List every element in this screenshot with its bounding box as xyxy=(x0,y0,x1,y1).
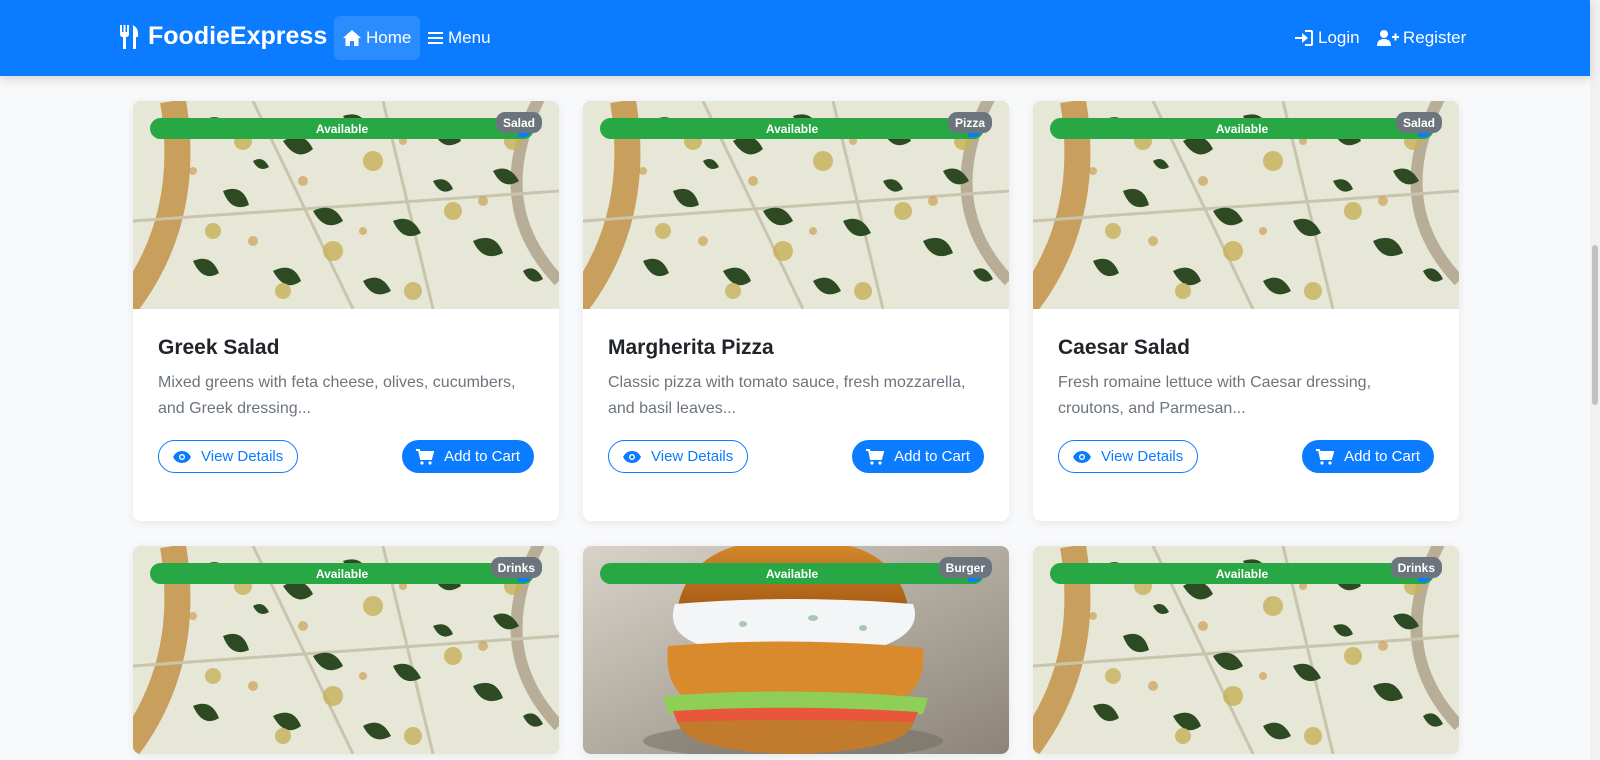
add-to-cart-button[interactable]: Add to Cart xyxy=(852,440,984,473)
nav-login-label: Login xyxy=(1318,28,1360,47)
cart-icon xyxy=(866,448,885,465)
food-image: Available Drinks xyxy=(1033,546,1459,754)
view-details-label: View Details xyxy=(201,448,284,465)
item-title: Margherita Pizza xyxy=(608,336,774,359)
eye-icon xyxy=(623,450,641,463)
add-to-cart-button[interactable]: Add to Cart xyxy=(1302,440,1434,473)
view-details-label: View Details xyxy=(651,448,734,465)
availability-badge: Available xyxy=(600,563,984,584)
utensils-icon xyxy=(120,24,139,49)
cart-icon xyxy=(1316,448,1335,465)
brand-logo[interactable]: FoodieExpress xyxy=(118,22,327,51)
category-badge: Burger xyxy=(938,557,992,578)
add-to-cart-label: Add to Cart xyxy=(894,448,970,465)
item-description: Classic pizza with tomato sauce, fresh m… xyxy=(608,374,966,417)
food-image: Available Burger xyxy=(583,546,1009,754)
item-description: Mixed greens with feta cheese, olives, c… xyxy=(158,374,516,417)
menu-item-card: Available Drinks xyxy=(133,546,559,754)
menu-item-card: Available Drinks xyxy=(1033,546,1459,754)
availability-badge: Available xyxy=(600,118,984,139)
category-badge: Pizza xyxy=(947,112,992,133)
category-badge: Drinks xyxy=(1390,557,1442,578)
page-scrollbar[interactable] xyxy=(1590,0,1600,760)
top-navbar: FoodieExpress Home Menu Login Register xyxy=(0,0,1590,76)
nav-home-label: Home xyxy=(366,28,412,47)
add-to-cart-label: Add to Cart xyxy=(444,448,520,465)
nav-menu-label: Menu xyxy=(448,28,491,47)
menu-item-card: Available Burger xyxy=(583,546,1009,754)
home-icon xyxy=(343,30,361,46)
user-plus-icon xyxy=(1377,30,1399,46)
item-title: Caesar Salad xyxy=(1058,336,1190,359)
category-badge: Drinks xyxy=(490,557,542,578)
cart-icon xyxy=(416,448,435,465)
category-badge: Salad xyxy=(495,112,542,133)
food-image: Available Salad xyxy=(133,101,559,309)
nav-register-link[interactable]: Register xyxy=(1369,16,1474,60)
item-title: Greek Salad xyxy=(158,336,280,359)
view-details-button[interactable]: View Details xyxy=(608,440,749,473)
add-to-cart-label: Add to Cart xyxy=(1344,448,1420,465)
availability-badge: Available xyxy=(150,118,534,139)
menu-item-card: Available Salad Caesar Salad Fresh romai… xyxy=(1033,101,1459,521)
availability-badge: Available xyxy=(1050,118,1434,139)
add-to-cart-button[interactable]: Add to Cart xyxy=(402,440,534,473)
food-image: Available Drinks xyxy=(133,546,559,754)
view-details-button[interactable]: View Details xyxy=(1058,440,1199,473)
availability-badge: Available xyxy=(1050,563,1434,584)
nav-menu-link[interactable]: Menu xyxy=(420,16,499,60)
view-details-label: View Details xyxy=(1101,448,1184,465)
sign-in-icon xyxy=(1295,30,1313,46)
category-badge: Salad xyxy=(1395,112,1442,133)
nav-home-link[interactable]: Home xyxy=(334,16,420,60)
food-image: Available Pizza xyxy=(583,101,1009,309)
availability-badge: Available xyxy=(150,563,534,584)
menu-item-card: Available Pizza Margherita Pizza Classic… xyxy=(583,101,1009,521)
bars-icon xyxy=(428,32,443,44)
eye-icon xyxy=(173,450,191,463)
eye-icon xyxy=(1073,450,1091,463)
nav-login-link[interactable]: Login xyxy=(1286,16,1368,60)
food-image: Available Salad xyxy=(1033,101,1459,309)
item-description: Fresh romaine lettuce with Caesar dressi… xyxy=(1058,374,1372,417)
nav-register-label: Register xyxy=(1403,28,1467,47)
view-details-button[interactable]: View Details xyxy=(158,440,299,473)
scrollbar-thumb[interactable] xyxy=(1592,245,1598,405)
brand-name: FoodieExpress xyxy=(148,22,328,50)
menu-item-card: Available Salad Greek Salad Mixed greens… xyxy=(133,101,559,521)
